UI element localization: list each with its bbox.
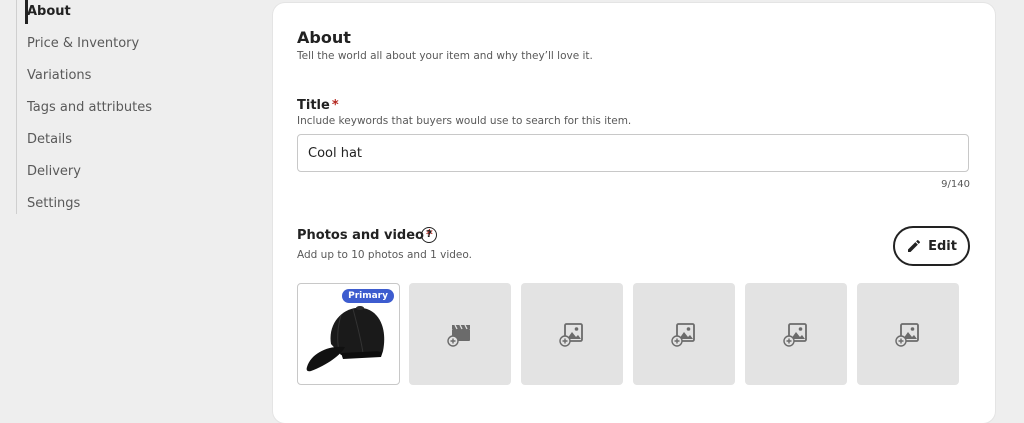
nav-item-variations[interactable]: Variations bbox=[27, 64, 91, 88]
nav-item-label: Price & Inventory bbox=[27, 36, 140, 51]
add-photo-icon bbox=[671, 323, 695, 347]
nav-item-details[interactable]: Details bbox=[27, 128, 72, 152]
nav-item-label: Tags and attributes bbox=[27, 100, 152, 115]
nav-item-label: Details bbox=[27, 132, 73, 147]
question-circle-icon[interactable]: ? bbox=[421, 227, 437, 243]
nav-item-tags-attributes[interactable]: Tags and attributes bbox=[27, 96, 152, 120]
photos-label: Photos and video * bbox=[297, 228, 433, 243]
add-photo-slot[interactable] bbox=[633, 283, 735, 385]
nav-item-delivery[interactable]: Delivery bbox=[27, 160, 81, 184]
nav-item-label: About bbox=[27, 4, 71, 19]
nav-item-label: Settings bbox=[27, 196, 81, 211]
active-indicator bbox=[25, 0, 28, 24]
edit-label: Edit bbox=[928, 238, 957, 254]
title-input[interactable] bbox=[297, 134, 969, 172]
nav-item-label: Delivery bbox=[27, 164, 81, 179]
about-heading: About bbox=[297, 28, 351, 47]
title-label: Title * bbox=[297, 98, 339, 113]
title-help: Include keywords that buyers would use t… bbox=[297, 115, 632, 127]
add-photo-slot[interactable] bbox=[521, 283, 623, 385]
nav-item-about[interactable]: About bbox=[25, 0, 71, 24]
nav-item-label: Variations bbox=[27, 68, 92, 83]
add-photo-slot[interactable] bbox=[857, 283, 959, 385]
pencil-icon bbox=[908, 239, 921, 252]
photo-slot-primary[interactable]: Primary bbox=[297, 283, 400, 385]
add-photo-icon bbox=[559, 323, 583, 347]
nav-item-settings[interactable]: Settings bbox=[27, 192, 80, 216]
about-description: Tell the world all about your item and w… bbox=[297, 50, 593, 62]
required-asterisk: * bbox=[331, 98, 339, 113]
add-photo-icon bbox=[783, 323, 807, 347]
section-nav: About Price & Inventory Variations Tags … bbox=[16, 0, 257, 214]
nav-item-price-inventory[interactable]: Price & Inventory bbox=[27, 32, 139, 56]
photos-help: Add up to 10 photos and 1 video. bbox=[297, 249, 472, 261]
primary-badge: Primary bbox=[342, 289, 394, 303]
title-char-counter: 9/140 bbox=[941, 179, 970, 190]
photos-label-text: Photos and video bbox=[297, 228, 424, 243]
add-photo-slot[interactable] bbox=[745, 283, 847, 385]
add-photo-icon bbox=[895, 323, 919, 347]
title-label-text: Title bbox=[297, 98, 330, 113]
edit-photos-button[interactable]: Edit bbox=[893, 226, 970, 266]
add-video-slot[interactable] bbox=[409, 283, 511, 385]
about-card: About Tell the world all about your item… bbox=[273, 3, 995, 423]
add-video-icon bbox=[447, 324, 470, 347]
